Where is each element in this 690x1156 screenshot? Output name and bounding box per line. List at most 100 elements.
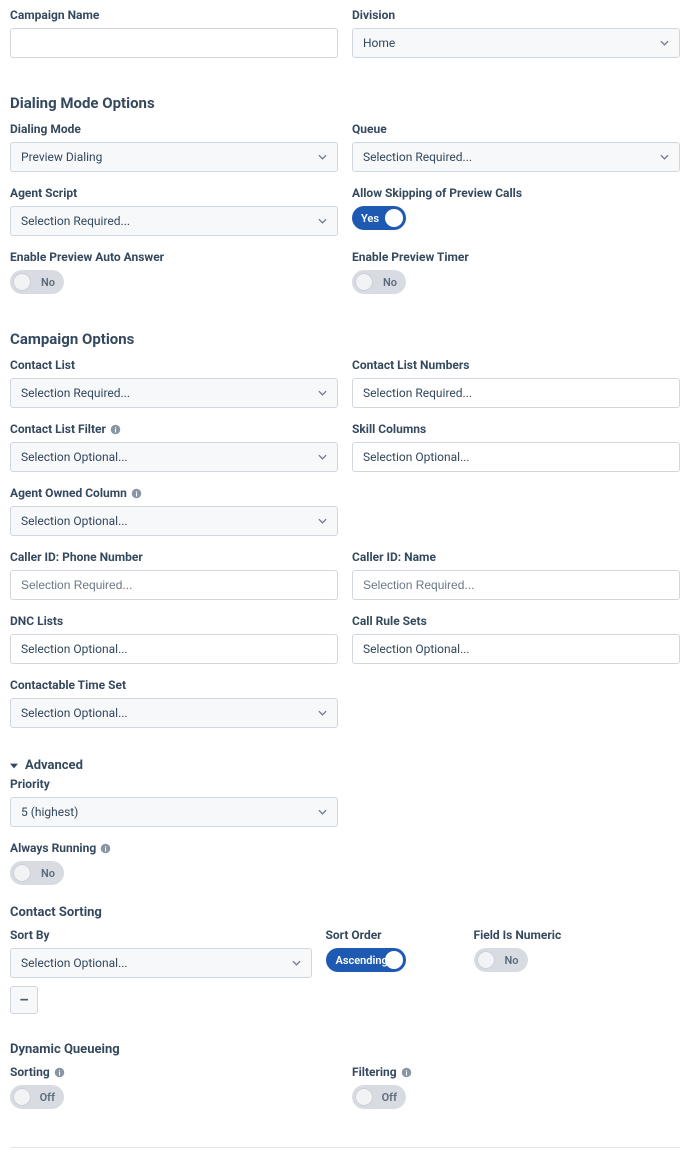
campaign-name-label: Campaign Name: [10, 8, 338, 22]
toggle-knob: [13, 273, 31, 291]
dnc-lists-label: DNC Lists: [10, 614, 338, 628]
priority-value: 5 (highest): [21, 802, 78, 822]
contact-list-select[interactable]: Selection Required...: [10, 378, 338, 408]
caret-down-icon: [10, 763, 18, 769]
contact-list-filter-label: Contact List Filter i: [10, 422, 338, 436]
queue-value: Selection Required...: [363, 147, 472, 167]
caller-id-phone-input[interactable]: [10, 570, 338, 600]
contact-list-numbers-label: Contact List Numbers: [352, 358, 680, 372]
dq-filtering-label: Filtering i: [352, 1065, 680, 1079]
chevron-down-icon: [318, 218, 327, 224]
remove-sort-button[interactable]: –: [10, 986, 38, 1014]
campaign-name-input[interactable]: [10, 28, 338, 58]
caller-id-name-input[interactable]: [352, 570, 680, 600]
sort-order-value: Ascending: [336, 954, 388, 967]
info-icon: i: [110, 424, 121, 435]
contact-list-value: Selection Required...: [21, 383, 130, 403]
call-rule-sets-label: Call Rule Sets: [352, 614, 680, 628]
chevron-down-icon: [292, 960, 301, 966]
contact-list-numbers-value: Selection Required...: [363, 383, 472, 403]
dialing-mode-options-heading: Dialing Mode Options: [10, 94, 680, 112]
sort-order-toggle[interactable]: Ascending: [326, 948, 406, 972]
svg-text:i: i: [105, 844, 107, 853]
dialing-mode-select[interactable]: Preview Dialing: [10, 142, 338, 172]
dialing-mode-value: Preview Dialing: [21, 147, 102, 167]
toggle-knob: [13, 864, 31, 882]
skill-columns-label: Skill Columns: [352, 422, 680, 436]
contact-list-label: Contact List: [10, 358, 338, 372]
chevron-down-icon: [318, 518, 327, 524]
contactable-time-set-select[interactable]: Selection Optional...: [10, 698, 338, 728]
dq-sorting-value: Off: [40, 1091, 55, 1104]
toggle-knob: [355, 1088, 373, 1106]
toggle-knob: [355, 273, 373, 291]
svg-text:i: i: [405, 1068, 407, 1077]
chevron-down-icon: [318, 809, 327, 815]
always-running-value: No: [41, 867, 55, 880]
contactable-time-set-label: Contactable Time Set: [10, 678, 338, 692]
call-rule-sets-select[interactable]: Selection Optional...: [352, 634, 680, 664]
dq-sorting-label: Sorting i: [10, 1065, 338, 1079]
agent-owned-column-value: Selection Optional...: [21, 511, 128, 531]
contact-list-filter-value: Selection Optional...: [21, 447, 128, 467]
svg-text:i: i: [58, 1068, 60, 1077]
chevron-down-icon: [660, 154, 669, 160]
chevron-down-icon: [318, 154, 327, 160]
dq-filtering-toggle[interactable]: Off: [352, 1085, 406, 1109]
agent-owned-column-select[interactable]: Selection Optional...: [10, 506, 338, 536]
contact-list-numbers-select[interactable]: Selection Required...: [352, 378, 680, 408]
svg-text:i: i: [114, 425, 116, 434]
field-numeric-value: No: [504, 954, 518, 967]
caller-id-phone-label: Caller ID: Phone Number: [10, 550, 338, 564]
toggle-knob: [477, 951, 495, 969]
chevron-down-icon: [318, 710, 327, 716]
skill-columns-select[interactable]: Selection Optional...: [352, 442, 680, 472]
advanced-heading[interactable]: Advanced: [10, 758, 680, 773]
divider: [10, 1147, 680, 1148]
toggle-knob: [385, 951, 403, 969]
division-value: Home: [363, 33, 395, 53]
allow-skipping-toggle[interactable]: Yes: [352, 206, 406, 230]
dialing-mode-label: Dialing Mode: [10, 122, 338, 136]
enable-auto-answer-toggle[interactable]: No: [10, 270, 64, 294]
info-icon: i: [401, 1067, 412, 1078]
dnc-lists-select[interactable]: Selection Optional...: [10, 634, 338, 664]
enable-preview-timer-label: Enable Preview Timer: [352, 250, 680, 264]
chevron-down-icon: [318, 454, 327, 460]
sort-by-select[interactable]: Selection Optional...: [10, 948, 312, 978]
enable-preview-timer-toggle[interactable]: No: [352, 270, 406, 294]
dynamic-queueing-heading: Dynamic Queueing: [10, 1042, 680, 1057]
agent-script-select[interactable]: Selection Required...: [10, 206, 338, 236]
priority-select[interactable]: 5 (highest): [10, 797, 338, 827]
agent-script-label: Agent Script: [10, 186, 338, 200]
contact-sorting-heading: Contact Sorting: [10, 905, 680, 920]
field-numeric-label: Field Is Numeric: [474, 928, 662, 942]
chevron-down-icon: [660, 40, 669, 46]
division-select[interactable]: Home: [352, 28, 680, 58]
always-running-label: Always Running i: [10, 841, 680, 855]
campaign-options-heading: Campaign Options: [10, 330, 680, 348]
sort-order-label: Sort Order: [326, 928, 460, 942]
agent-script-value: Selection Required...: [21, 211, 130, 231]
contact-list-filter-select[interactable]: Selection Optional...: [10, 442, 338, 472]
field-numeric-toggle[interactable]: No: [474, 948, 528, 972]
allow-skipping-value: Yes: [361, 212, 379, 225]
dq-sorting-toggle[interactable]: Off: [10, 1085, 64, 1109]
priority-label: Priority: [10, 777, 338, 791]
contactable-time-set-value: Selection Optional...: [21, 703, 128, 723]
dq-filtering-value: Off: [382, 1091, 397, 1104]
enable-preview-timer-value: No: [383, 276, 397, 289]
queue-label: Queue: [352, 122, 680, 136]
queue-select[interactable]: Selection Required...: [352, 142, 680, 172]
dnc-lists-value: Selection Optional...: [21, 639, 128, 659]
toggle-knob: [13, 1088, 31, 1106]
always-running-toggle[interactable]: No: [10, 861, 64, 885]
sort-by-label: Sort By: [10, 928, 312, 942]
info-icon: i: [54, 1067, 65, 1078]
enable-auto-answer-label: Enable Preview Auto Answer: [10, 250, 338, 264]
info-icon: i: [100, 843, 111, 854]
call-rule-sets-value: Selection Optional...: [363, 639, 470, 659]
caller-id-name-label: Caller ID: Name: [352, 550, 680, 564]
sort-by-value: Selection Optional...: [21, 953, 128, 973]
enable-auto-answer-value: No: [41, 276, 55, 289]
